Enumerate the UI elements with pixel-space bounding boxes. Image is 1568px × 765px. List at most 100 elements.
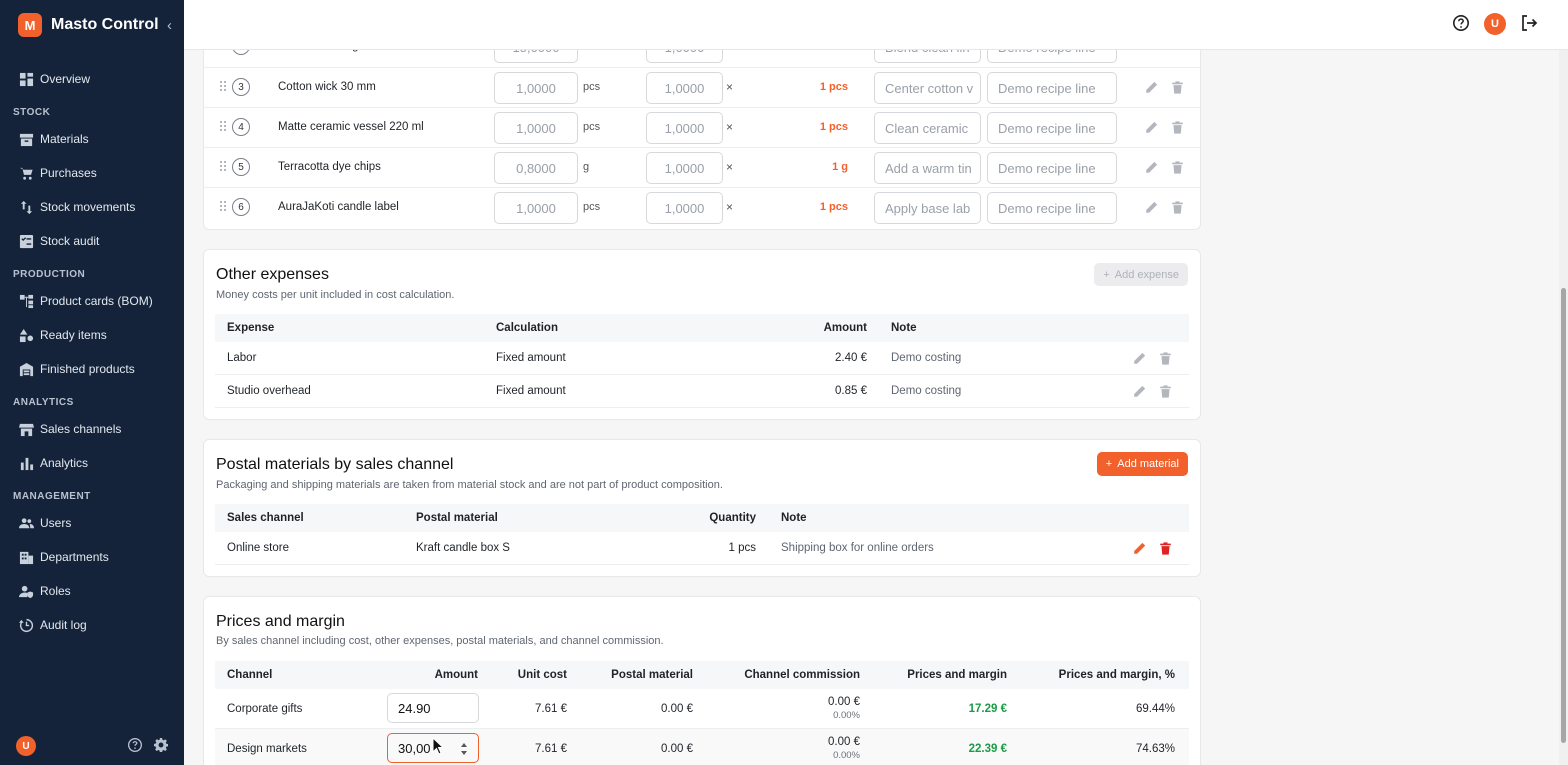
drag-handle-icon[interactable] <box>220 161 228 173</box>
channel-commission: 0.00 € 0.00% <box>715 689 860 728</box>
brand-logo: M <box>18 13 42 37</box>
sales-channel: Online store <box>227 542 290 554</box>
note-input[interactable]: Demo recipe line <box>987 192 1117 224</box>
pencil-icon[interactable] <box>1133 385 1146 398</box>
logout-icon[interactable] <box>1520 14 1538 35</box>
archive-icon <box>18 131 34 147</box>
quantity-input[interactable]: 0,8000 <box>494 152 578 184</box>
quantity-input[interactable]: 1,0000 <box>494 192 578 224</box>
price-amount-input[interactable]: 24.90 <box>387 693 479 723</box>
note-input[interactable]: Demo recipe line <box>987 112 1117 144</box>
table-row: Design markets 30,00 7.61 € 0.00 € 0.00 … <box>215 729 1189 765</box>
sidebar-item-overview[interactable]: Overview <box>0 62 184 96</box>
trash-icon[interactable] <box>1159 352 1172 365</box>
sidebar-item-users[interactable]: Users <box>0 506 184 540</box>
trash-icon[interactable] <box>1171 161 1184 174</box>
collapse-sidebar-icon[interactable]: ‹ <box>167 17 172 34</box>
add-material-button[interactable]: + Add material <box>1096 452 1188 476</box>
sidebar-item-product-cards[interactable]: Product cards (BOM) <box>0 284 184 318</box>
sidebar-item-audit-log[interactable]: Audit log <box>0 608 184 642</box>
sidebar-item-sales-channels[interactable]: Sales channels <box>0 412 184 446</box>
line-total: 1 pcs <box>819 201 848 213</box>
sidebar-item-finished-products[interactable]: Finished products <box>0 352 184 386</box>
avatar[interactable]: U <box>16 736 36 756</box>
sidebar-item-materials[interactable]: Materials <box>0 122 184 156</box>
row-number: 5 <box>232 158 250 176</box>
page-scrollbar[interactable] <box>1559 50 1568 765</box>
sidebar-item-stock-movements[interactable]: Stock movements <box>0 190 184 224</box>
column-header: Prices and margin <box>907 669 1007 681</box>
sidebar-footer: U <box>0 727 184 765</box>
pencil-icon[interactable] <box>1145 201 1158 214</box>
multiplier-input[interactable]: 1,0000 <box>646 192 723 224</box>
column-header: Quantity <box>709 512 756 524</box>
prices-margin-card: Prices and margin By sales channel inclu… <box>203 596 1201 765</box>
sidebar-item-purchases[interactable]: Purchases <box>0 156 184 190</box>
multiplier-input[interactable]: 1,0000 <box>646 152 723 184</box>
sidebar-item-departments[interactable]: Departments <box>0 540 184 574</box>
table-row: Labor Fixed amount 2.40 € Demo costing <box>215 342 1189 375</box>
quantity-input[interactable]: 1,0000 <box>494 112 578 144</box>
column-header: Postal material <box>416 512 498 524</box>
instruction-input[interactable]: Center cotton v <box>874 72 981 104</box>
trash-icon[interactable] <box>1171 121 1184 134</box>
cart-icon <box>18 165 34 181</box>
add-expense-button[interactable]: + Add expense <box>1094 263 1188 286</box>
quantity-input[interactable]: 1,0000 <box>494 72 578 104</box>
multiplier-input[interactable]: 1,0000 <box>646 112 723 144</box>
help-icon[interactable] <box>128 737 142 755</box>
sidebar-item-label: Departments <box>40 550 109 564</box>
sidebar-item-analytics[interactable]: Analytics <box>0 446 184 480</box>
pencil-icon[interactable] <box>1145 161 1158 174</box>
times-sign: × <box>726 120 734 134</box>
instruction-input[interactable]: Add a warm tin <box>874 152 981 184</box>
material-name: Matte ceramic vessel 220 ml <box>278 121 424 133</box>
column-header: Channel commission <box>744 669 860 681</box>
expense-name: Studio overhead <box>227 385 311 397</box>
channel-name: Design markets <box>227 742 307 755</box>
commission-percent: 0.00% <box>833 750 860 761</box>
sidebar-item-roles[interactable]: Roles <box>0 574 184 608</box>
instruction-input[interactable]: Clean ceramic <box>874 112 981 144</box>
recipe-row: 4 Matte ceramic vessel 220 ml 1,0000 pcs… <box>204 107 1200 147</box>
trash-icon[interactable] <box>1171 81 1184 94</box>
nav-group-management: MANAGEMENT <box>13 490 91 502</box>
pencil-icon[interactable] <box>1133 542 1146 555</box>
pencil-icon[interactable] <box>1133 352 1146 365</box>
sidebar-item-ready-items[interactable]: Ready items <box>0 318 184 352</box>
building-icon <box>18 549 34 565</box>
row-number: 4 <box>232 118 250 136</box>
users-icon <box>18 515 34 531</box>
button-label: Add material <box>1117 458 1179 470</box>
user-avatar[interactable]: U <box>1484 13 1506 35</box>
times-sign: × <box>726 200 734 214</box>
sidebar-item-stock-audit[interactable]: Stock audit <box>0 224 184 258</box>
instruction-input[interactable]: Apply base lab <box>874 192 981 224</box>
sidebar-item-label: Roles <box>40 584 71 598</box>
trash-icon[interactable] <box>1159 542 1172 555</box>
note-input[interactable]: Demo recipe line <box>987 152 1117 184</box>
postal-cost: 0.00 € <box>661 702 693 715</box>
trash-icon[interactable] <box>1171 201 1184 214</box>
section-title: Prices and margin <box>216 613 345 630</box>
line-total: 1 g <box>832 161 848 173</box>
drag-handle-icon[interactable] <box>220 121 228 133</box>
gear-icon[interactable] <box>154 737 169 755</box>
scrollbar-thumb[interactable] <box>1561 288 1566 743</box>
drag-handle-icon[interactable] <box>220 81 228 93</box>
multiplier-input[interactable]: 1,0000 <box>646 72 723 104</box>
sidebar-item-label: Overview <box>40 72 91 86</box>
spinner-arrows-icon[interactable] <box>460 742 468 756</box>
trash-icon[interactable] <box>1159 385 1172 398</box>
note-input[interactable]: Demo recipe line <box>987 72 1117 104</box>
pencil-icon[interactable] <box>1145 81 1158 94</box>
help-circle-icon[interactable] <box>1452 14 1470 35</box>
drag-handle-icon[interactable] <box>220 201 228 213</box>
warehouse-icon <box>18 361 34 377</box>
pencil-icon[interactable] <box>1145 121 1158 134</box>
column-header: Channel <box>227 669 273 681</box>
user-shield-icon <box>18 583 34 599</box>
bar-chart-icon <box>18 455 34 471</box>
section-subtitle: By sales channel including cost, other e… <box>216 635 664 647</box>
sidebar-item-label: Analytics <box>40 456 89 470</box>
